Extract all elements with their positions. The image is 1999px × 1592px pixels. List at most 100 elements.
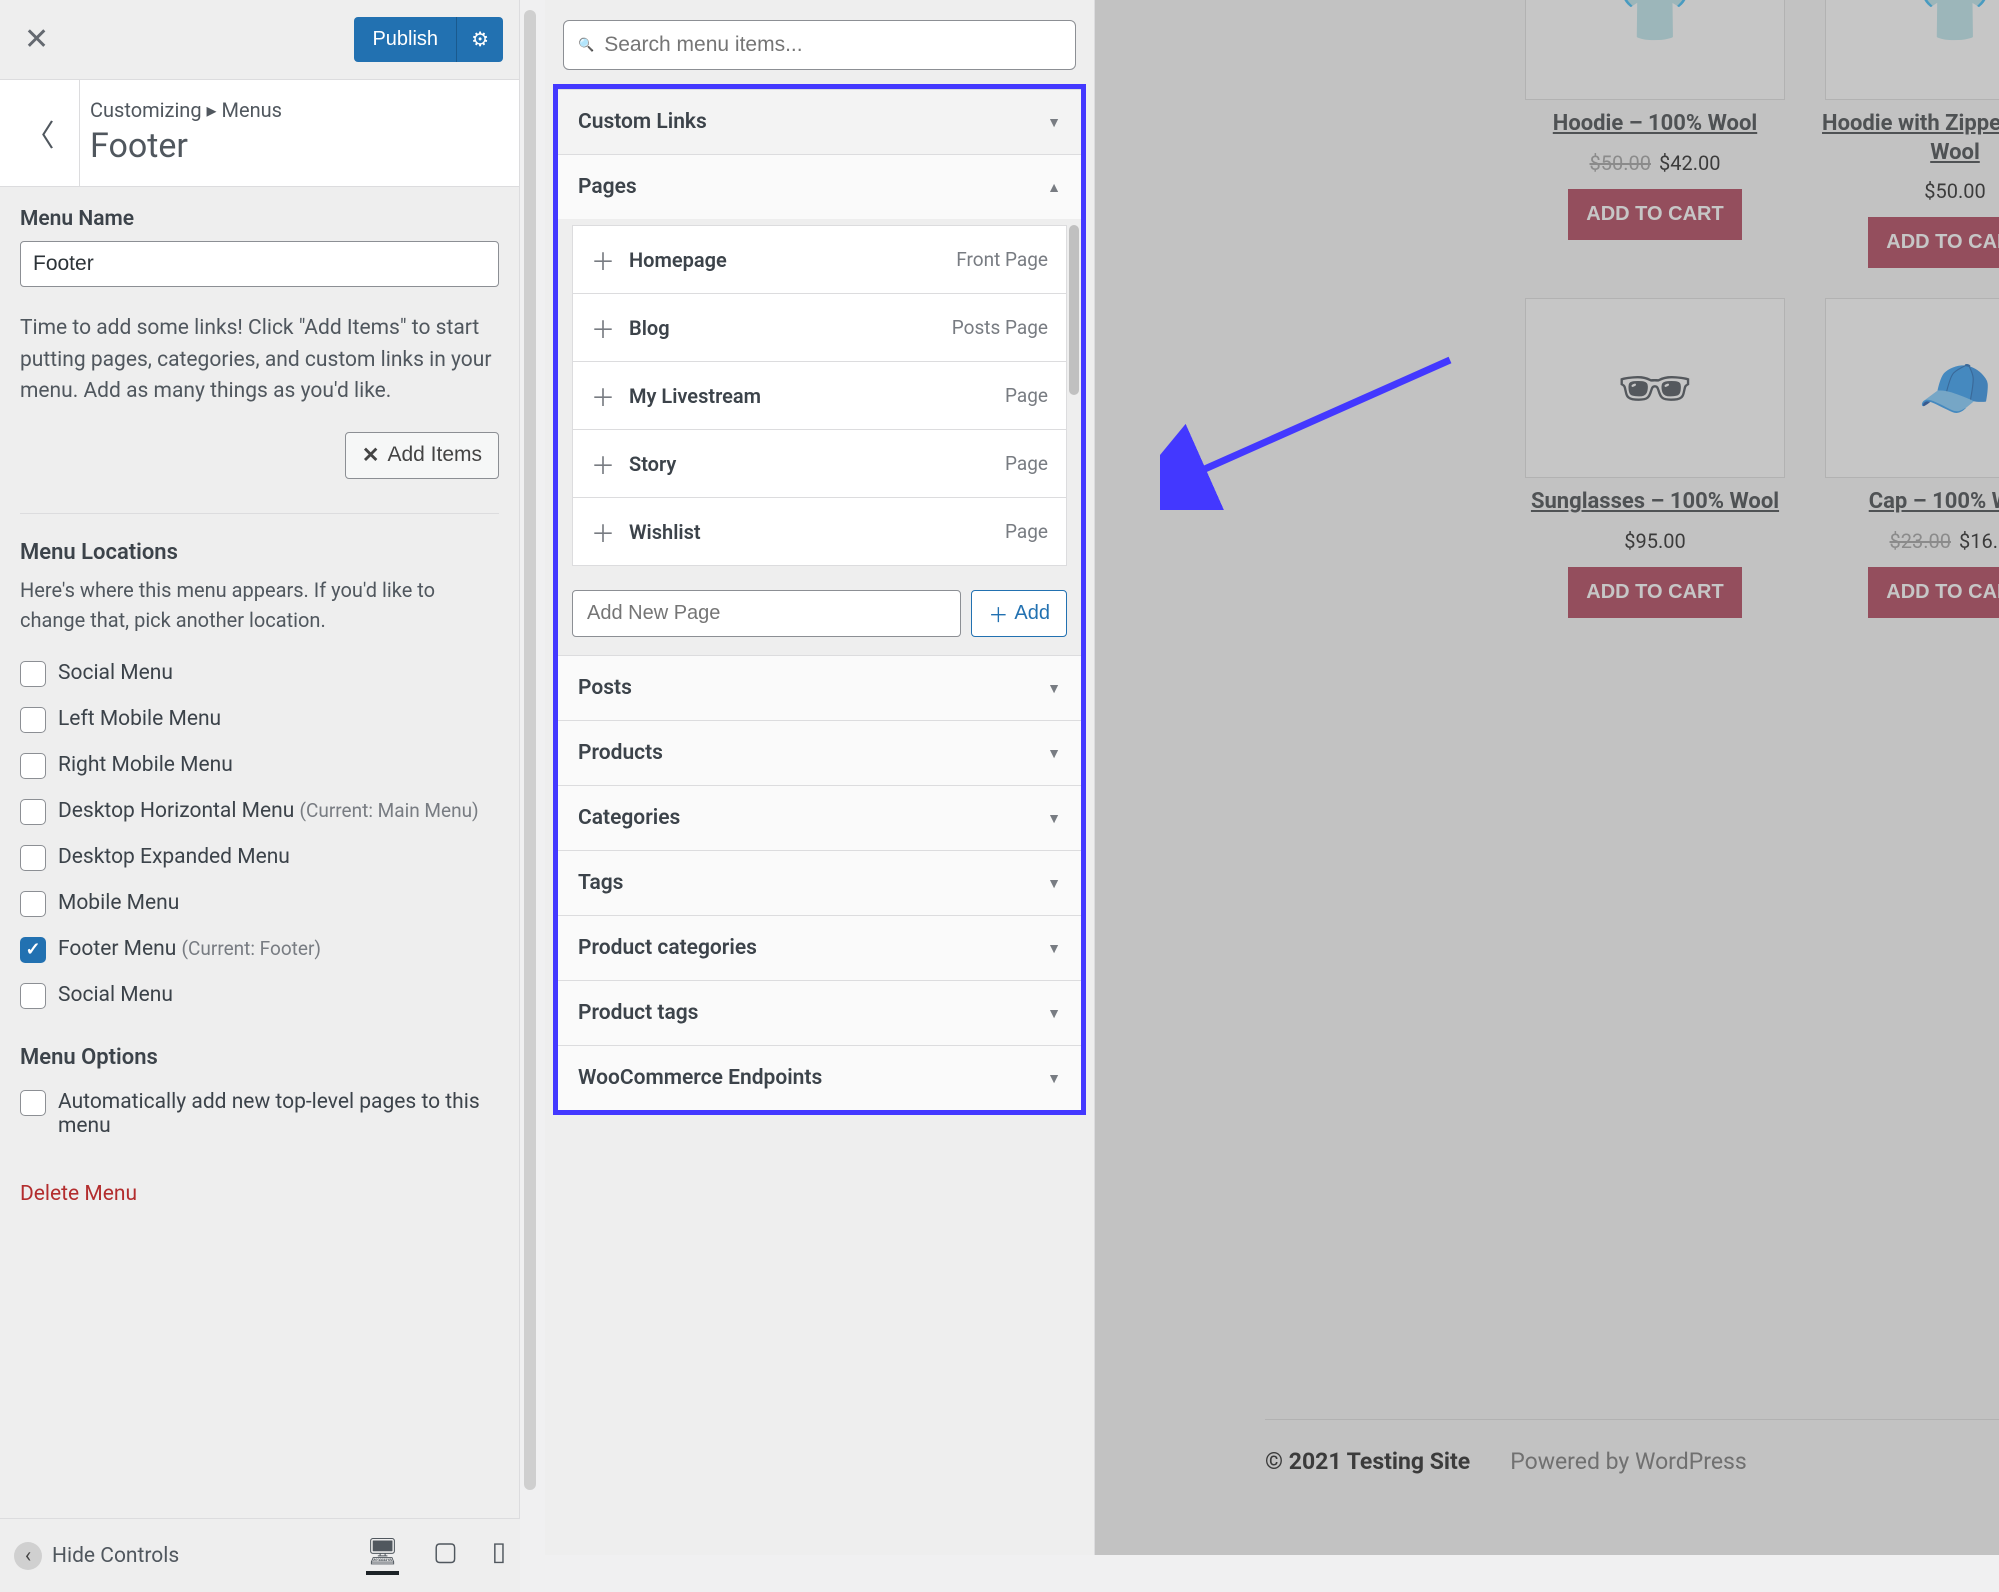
device-switcher: 🖥 ▢ ▯: [366, 1537, 506, 1575]
location-row[interactable]: Desktop Expanded Menu: [20, 835, 499, 881]
location-row[interactable]: Left Mobile Menu: [20, 697, 499, 743]
location-row[interactable]: Desktop Horizontal Menu (Current: Main M…: [20, 789, 499, 835]
location-row[interactable]: Footer Menu (Current: Footer): [20, 927, 499, 973]
product-title-link[interactable]: Sunglasses – 100% Wool: [1515, 488, 1795, 517]
locations-list: Social Menu Left Mobile Menu Right Mobil…: [20, 651, 499, 1019]
chevron-down-icon: ▼: [1047, 745, 1061, 762]
product-title-link[interactable]: Hoodie – 100% Wool: [1515, 110, 1795, 139]
product-image: 👕: [1525, 0, 1785, 100]
chevron-down-icon: ▼: [1047, 810, 1061, 827]
location-label: Social Menu: [58, 661, 173, 685]
add-to-cart-button[interactable]: ADD TO CART: [1868, 567, 1999, 618]
tablet-icon[interactable]: ▢: [433, 1537, 458, 1575]
acc-product-categories[interactable]: Product categories▼: [558, 916, 1081, 980]
search-input[interactable]: [604, 33, 1061, 57]
location-label: Right Mobile Menu: [58, 753, 233, 777]
location-row[interactable]: Social Menu: [20, 651, 499, 697]
preview-pane: 👕Hoodie – 100% Wool$50.00$42.00ADD TO CA…: [1095, 0, 1999, 1555]
location-row[interactable]: Right Mobile Menu: [20, 743, 499, 789]
auto-add-row[interactable]: Automatically add new top-level pages to…: [20, 1080, 499, 1148]
chevron-up-icon: ▲: [1047, 179, 1061, 196]
close-icon[interactable]: ✕: [16, 18, 57, 61]
acc-product-tags[interactable]: Product tags▼: [558, 981, 1081, 1045]
location-row[interactable]: Social Menu: [20, 973, 499, 1019]
publish-settings-gear-icon[interactable]: ⚙: [456, 17, 503, 62]
add-to-cart-button[interactable]: ADD TO CART: [1868, 217, 1999, 268]
plus-icon: ＋: [591, 378, 615, 413]
checkbox[interactable]: [20, 937, 46, 963]
checkbox[interactable]: [20, 1090, 46, 1116]
footer-powered: Powered by WordPress: [1510, 1448, 1747, 1475]
location-note: (Current: Main Menu): [300, 799, 479, 822]
panel-body: Menu Name Time to add some links! Click …: [0, 187, 519, 1216]
menu-name-input[interactable]: [20, 241, 499, 287]
product-title-link[interactable]: Hoodie with Zipper – 100% Wool: [1815, 110, 1999, 167]
search-box[interactable]: 🔍: [563, 20, 1076, 70]
locations-heading: Menu Locations: [20, 540, 499, 565]
hide-controls-label: Hide Controls: [52, 1544, 179, 1568]
hint-text: Time to add some links! Click "Add Items…: [20, 313, 499, 408]
add-items-button[interactable]: ✕ Add Items: [345, 432, 499, 479]
plus-icon: ＋: [591, 446, 615, 481]
location-row[interactable]: Mobile Menu: [20, 881, 499, 927]
page-item[interactable]: ＋HomepageFront Page: [572, 225, 1067, 294]
mobile-icon[interactable]: ▯: [492, 1537, 506, 1575]
acc-products[interactable]: Products▼: [558, 721, 1081, 785]
checkbox[interactable]: [20, 707, 46, 733]
checkbox[interactable]: [20, 983, 46, 1009]
page-item[interactable]: ＋BlogPosts Page: [572, 294, 1067, 362]
checkbox[interactable]: [20, 753, 46, 779]
product-grid: 👕Hoodie – 100% Wool$50.00$42.00ADD TO CA…: [1515, 0, 1999, 618]
back-icon[interactable]: 〈: [0, 80, 80, 186]
add-items-label: Add Items: [387, 443, 482, 467]
acc-posts[interactable]: Posts▼: [558, 656, 1081, 720]
product-image: 👕: [1825, 0, 1999, 100]
page-type: Front Page: [956, 248, 1048, 271]
page-item[interactable]: ＋My LivestreamPage: [572, 362, 1067, 430]
page-name: Blog: [629, 316, 670, 340]
acc-pages[interactable]: Pages▲: [558, 155, 1081, 219]
chevron-down-icon: ▼: [1047, 875, 1061, 892]
checkbox[interactable]: [20, 891, 46, 917]
location-label: Mobile Menu: [58, 891, 179, 915]
checkbox[interactable]: [20, 845, 46, 871]
desktop-icon[interactable]: 🖥: [366, 1537, 399, 1575]
chevron-down-icon: ▼: [1047, 680, 1061, 697]
product-image: 🧢SALE: [1825, 298, 1999, 478]
page-item[interactable]: ＋WishlistPage: [572, 498, 1067, 566]
plus-icon: ＋: [591, 514, 615, 549]
acc-woocommerce[interactable]: WooCommerce Endpoints▼: [558, 1046, 1081, 1110]
product-price: $95.00: [1515, 529, 1795, 553]
page-item[interactable]: ＋StoryPage: [572, 430, 1067, 498]
page-type: Page: [1005, 384, 1048, 407]
add-to-cart-button[interactable]: ADD TO CART: [1568, 567, 1741, 618]
publish-button[interactable]: Publish: [354, 17, 456, 62]
chevron-down-icon: ▼: [1047, 1070, 1061, 1087]
acc-custom-links[interactable]: Custom Links▼: [558, 90, 1081, 154]
hide-controls-button[interactable]: ‹ Hide Controls: [14, 1542, 179, 1570]
product-title-link[interactable]: Cap – 100% Wool: [1815, 488, 1999, 517]
delete-menu-link[interactable]: Delete Menu: [20, 1182, 137, 1206]
plus-icon: ＋: [591, 242, 615, 277]
page-title: Footer: [90, 126, 499, 166]
product-card: 👕Hoodie with Zipper – 100% Wool$50.00ADD…: [1815, 0, 1999, 268]
chevron-down-icon: ▼: [1047, 114, 1061, 131]
footer-copyright: © 2021 Testing Site: [1265, 1448, 1470, 1475]
scrollbar[interactable]: [1069, 225, 1079, 395]
add-to-cart-button[interactable]: ADD TO CART: [1568, 189, 1741, 240]
checkbox[interactable]: [20, 661, 46, 687]
checkbox[interactable]: [20, 799, 46, 825]
breadcrumb: 〈 Customizing ▸ Menus Footer: [0, 80, 519, 187]
scrollbar[interactable]: [524, 10, 536, 1490]
add-new-page-input[interactable]: [572, 590, 961, 637]
menu-name-label: Menu Name: [20, 207, 499, 231]
location-label: Desktop Expanded Menu: [58, 845, 290, 869]
location-label: Social Menu: [58, 983, 173, 1007]
site-footer: © 2021 Testing Site Powered by WordPress: [1265, 1419, 1999, 1475]
add-items-panel: 🔍 Custom Links▼ Pages▲ ＋HomepageFront Pa…: [545, 0, 1095, 1555]
add-page-button[interactable]: ＋Add: [971, 590, 1067, 637]
auto-add-label: Automatically add new top-level pages to…: [58, 1090, 499, 1138]
acc-tags[interactable]: Tags▼: [558, 851, 1081, 915]
accordion-highlight: Custom Links▼ Pages▲ ＋HomepageFront Page…: [553, 84, 1086, 1115]
acc-categories[interactable]: Categories▼: [558, 786, 1081, 850]
